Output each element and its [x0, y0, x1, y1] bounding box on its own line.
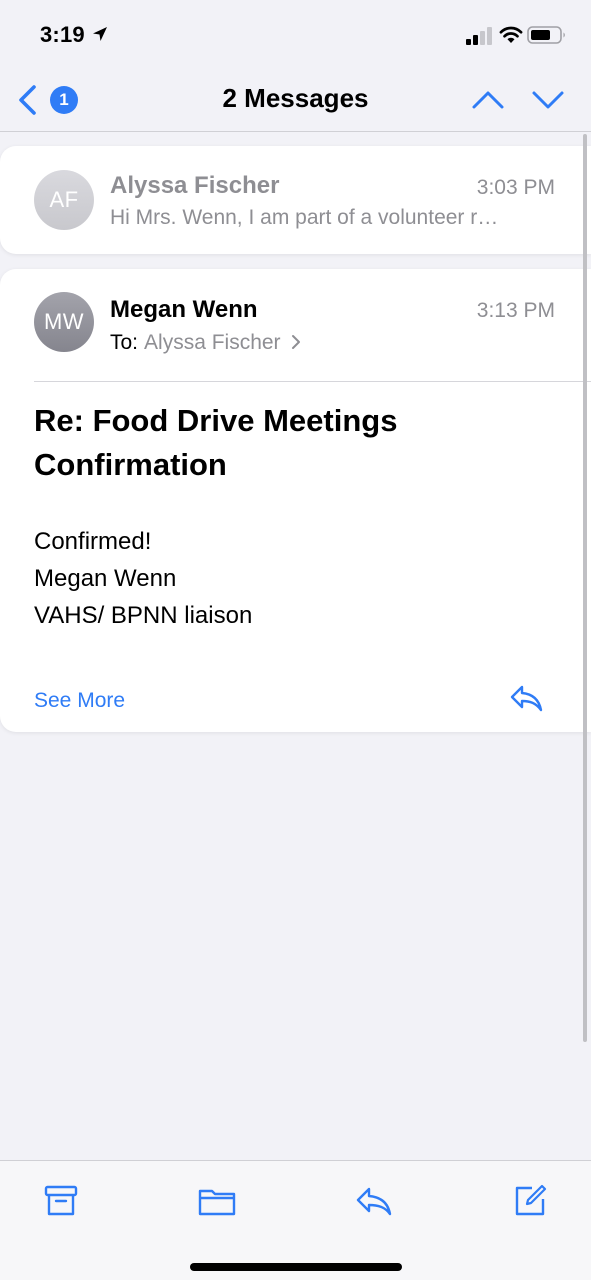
cellular-signal-icon — [466, 27, 492, 45]
message-subject: Re: Food Drive Meetings Confirmation — [34, 403, 398, 482]
archive-icon[interactable] — [41, 1181, 81, 1221]
see-more-link[interactable]: See More — [34, 689, 125, 713]
home-indicator — [190, 1263, 402, 1271]
chevron-up-icon[interactable] — [470, 84, 506, 116]
navigation-bar: 1 2 Messages — [0, 70, 591, 132]
avatar: AF — [34, 170, 94, 230]
bottom-toolbar — [0, 1160, 591, 1280]
status-time: 3:19 — [40, 22, 85, 47]
recipient-name: Alyssa Fischer — [144, 331, 281, 354]
chevron-right-icon — [291, 335, 300, 349]
body-line: VAHS/ BPNN liaison — [34, 602, 253, 629]
folder-icon[interactable] — [197, 1181, 237, 1221]
wifi-icon — [499, 26, 523, 43]
status-bar: 3:19 — [0, 0, 591, 70]
compose-icon[interactable] — [510, 1181, 550, 1221]
avatar: MW — [34, 292, 94, 352]
message-time: 3:13 PM — [476, 299, 555, 322]
reply-icon[interactable] — [509, 683, 545, 713]
message-card-expanded: MW Megan Wenn 3:13 PM To: Alyssa Fischer … — [0, 269, 591, 732]
to-label: To: — [110, 331, 139, 354]
message-body: Confirmed! Megan Wenn VAHS/ BPNN liaison — [34, 523, 252, 634]
header-divider — [34, 381, 591, 382]
message-preview: Hi Mrs. Wenn, I am part of a volunteer r… — [110, 206, 499, 229]
sender-name: Megan Wenn — [110, 296, 258, 323]
location-arrow-icon — [93, 27, 107, 41]
chevron-down-icon[interactable] — [530, 84, 566, 116]
battery-icon — [527, 26, 565, 44]
message-card-collapsed[interactable]: AF Alyssa Fischer 3:03 PM Hi Mrs. Wenn, … — [0, 146, 591, 254]
body-line: Confirmed! — [34, 528, 152, 555]
message-time: 3:03 PM — [476, 176, 555, 199]
recipient-line[interactable]: To: Alyssa Fischer — [110, 331, 301, 355]
mail-thread-screen: 3:19 1 2 Messages AF Alyssa Fischer 3:03… — [0, 0, 591, 1280]
scrollbar[interactable] — [583, 134, 587, 1042]
body-line: Megan Wenn — [34, 565, 177, 592]
sender-name: Alyssa Fischer — [110, 172, 280, 199]
reply-icon[interactable] — [354, 1181, 394, 1221]
